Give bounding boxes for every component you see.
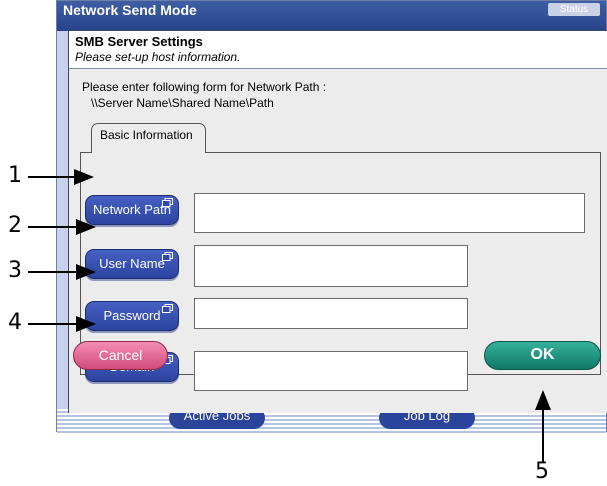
callout-3: 3 bbox=[8, 258, 22, 283]
dialog-subtitle: Please set-up host information. bbox=[75, 50, 241, 64]
password-input[interactable] bbox=[194, 298, 468, 329]
user-name-button[interactable]: User Name bbox=[85, 249, 179, 279]
network-path-button[interactable]: Network Path bbox=[85, 195, 179, 225]
dialog-title: SMB Server Settings bbox=[75, 34, 203, 49]
ok-button[interactable]: OK bbox=[484, 341, 601, 370]
network-path-format: \\Server Name\Shared Name\Path bbox=[91, 96, 274, 110]
status-button[interactable]: Status bbox=[548, 3, 600, 16]
callout-2: 2 bbox=[8, 213, 22, 238]
cancel-button[interactable]: Cancel bbox=[73, 341, 168, 370]
ok-label: OK bbox=[530, 346, 555, 363]
window-title: Network Send Mode bbox=[63, 2, 197, 18]
callout-5: 5 bbox=[535, 459, 549, 484]
tab-label: Basic Information bbox=[100, 128, 193, 142]
password-button[interactable]: Password bbox=[85, 301, 179, 331]
smb-settings-dialog: SMB Server Settings Please set-up host i… bbox=[68, 30, 607, 413]
cancel-label: Cancel bbox=[98, 347, 143, 363]
callout-1: 1 bbox=[8, 163, 22, 188]
callout-4: 4 bbox=[8, 310, 22, 335]
instruction-text: Please enter following form for Network … bbox=[82, 80, 327, 94]
network-path-input[interactable] bbox=[194, 193, 585, 233]
window-icon bbox=[162, 252, 173, 261]
window-title-bar: Network Send Mode Status bbox=[57, 1, 606, 31]
tab-basic-information[interactable]: Basic Information bbox=[91, 123, 206, 153]
window-icon bbox=[162, 198, 173, 207]
domain-input[interactable] bbox=[194, 351, 468, 391]
user-name-input[interactable] bbox=[194, 245, 468, 287]
window-icon bbox=[162, 304, 173, 313]
